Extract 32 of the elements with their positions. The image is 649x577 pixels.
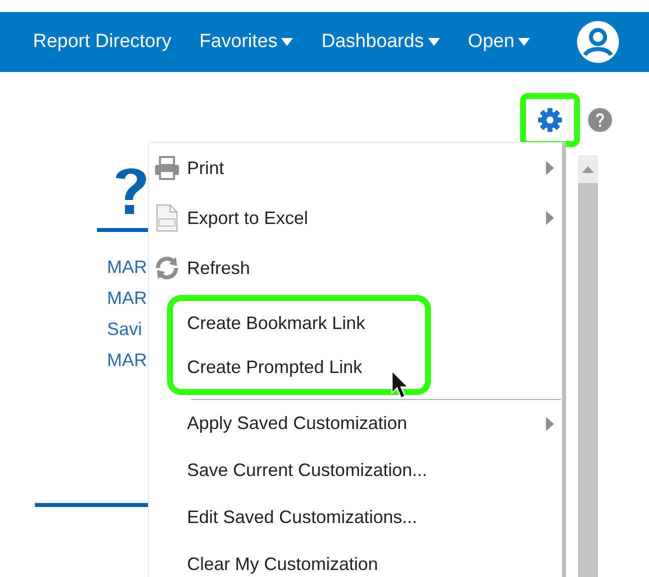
menu-item[interactable]: Print [149, 143, 562, 193]
settings-button[interactable] [520, 93, 580, 147]
submenu-arrow-icon [546, 211, 554, 225]
menu-item[interactable]: Save Current Customization... [149, 447, 562, 494]
report-link[interactable]: MAR [107, 286, 147, 310]
menu-item[interactable]: Create Bookmark Link [149, 301, 425, 345]
submenu-arrow-icon [546, 161, 554, 175]
refresh-icon [154, 255, 180, 281]
menu-item[interactable]: Export to Excel [149, 193, 562, 243]
nav-link[interactable]: Report Directory [33, 28, 172, 56]
settings-icon [537, 107, 563, 133]
report-link[interactable]: Savi [107, 317, 147, 341]
caret-icon [428, 38, 440, 46]
caret-icon [518, 38, 530, 46]
scroll-up-icon[interactable] [582, 166, 594, 172]
menu-item[interactable]: Apply Saved Customization [149, 400, 562, 447]
report-link[interactable]: MAR [107, 348, 147, 372]
nav-dropdown[interactable]: Dashboards [321, 28, 440, 56]
printer-icon [154, 156, 180, 180]
document-icon [156, 204, 178, 232]
report-link[interactable]: MAR [107, 255, 147, 279]
caret-icon [281, 38, 294, 46]
scrollbar[interactable] [578, 155, 598, 577]
submenu-arrow-icon [546, 416, 554, 430]
menu-item[interactable]: Refresh [149, 243, 562, 293]
menu-item[interactable]: Clear My Customization [149, 541, 562, 577]
menu-item[interactable]: Create Prompted Link [149, 345, 425, 389]
user-avatar-icon[interactable] [577, 21, 619, 63]
help-icon[interactable] [588, 108, 612, 132]
nav-dropdown[interactable]: Open [468, 28, 530, 56]
menu-item[interactable]: Edit Saved Customizations... [149, 494, 562, 541]
nav-dropdown[interactable]: Favorites [199, 28, 294, 56]
